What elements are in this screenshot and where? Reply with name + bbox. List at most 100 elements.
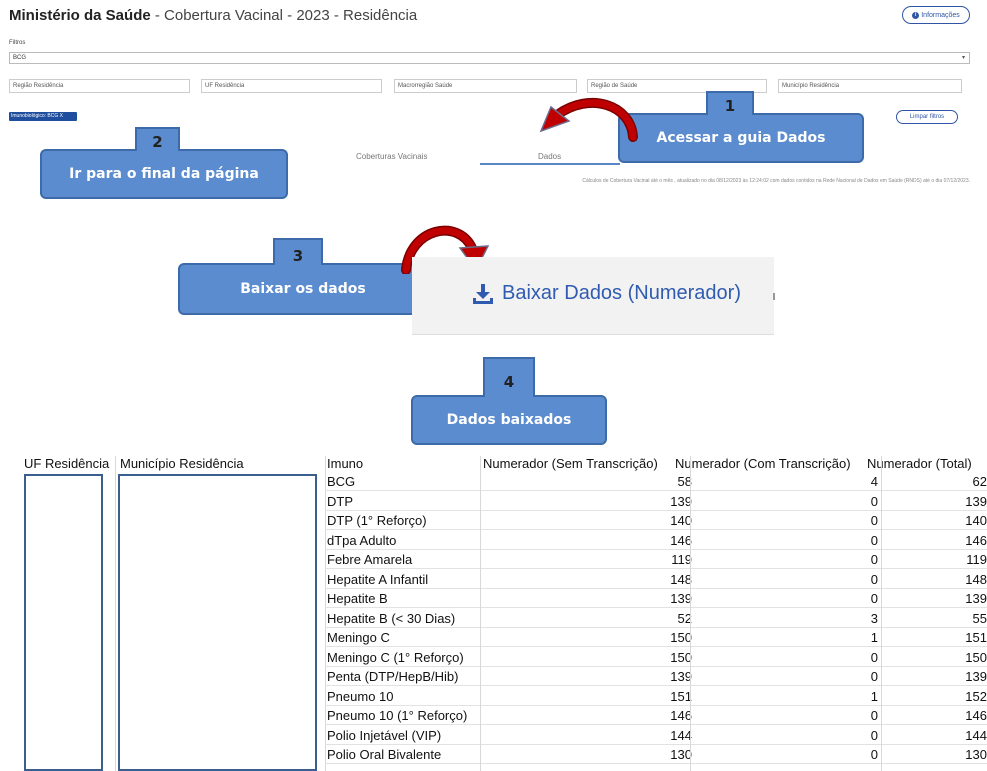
cell-sem-transcricao: 146: [670, 532, 692, 548]
filter-macrorregiao-saude[interactable]: Macrorregião Saúde: [394, 79, 577, 93]
cell-total: 139: [965, 669, 987, 684]
download-numerador-button[interactable]: Baixar Dados (Numerador): [472, 282, 741, 305]
callout-1: Acessar a guia Dados: [618, 113, 864, 163]
grid-line: [480, 456, 481, 771]
cell-com-transcricao: 0: [870, 591, 878, 606]
cell-com-transcricao: 0: [870, 571, 878, 587]
info-button-label: Informações: [921, 11, 960, 19]
immuno-select-value: BCG: [13, 55, 27, 61]
filters-label: Filtros: [9, 40, 26, 46]
table-row: Meningo C (1° Reforço) 150 0 150: [325, 648, 987, 667]
tab-coberturas-vacinais[interactable]: Coberturas Vacinais: [356, 152, 427, 161]
cell-sem-transcricao: 146: [670, 708, 692, 723]
cell-com-transcricao: 0: [870, 669, 878, 684]
cell-total: 151: [965, 630, 987, 645]
cell-imuno: Penta (DTP/HepB/Hib): [327, 669, 459, 684]
cell-com-transcricao: 3: [870, 610, 878, 626]
chip-close-icon[interactable]: X: [60, 113, 63, 119]
cell-sem-transcricao: 130: [670, 747, 692, 762]
cell-sem-transcricao: 150: [670, 649, 692, 665]
callout-3-number: 3: [273, 238, 323, 265]
cell-total: 148: [965, 571, 987, 587]
cell-total: 146: [965, 532, 987, 548]
table-row: Polio Oral Bivalente 130 0 130: [325, 745, 987, 764]
col-header-municipio: Município Residência: [120, 456, 244, 471]
grid-line: [115, 456, 116, 771]
cell-imuno: Meningo C: [327, 630, 390, 645]
cell-total: 150: [965, 649, 987, 665]
empty-uf-column: [24, 474, 103, 771]
cell-total: 140: [965, 513, 987, 528]
table-row: Hepatite B 139 0 139: [325, 589, 987, 608]
col-header-uf: UF Residência: [24, 456, 110, 471]
cell-total: 119: [966, 552, 987, 567]
cell-sem-transcricao: 139: [670, 669, 692, 684]
cell-sem-transcricao: 119: [671, 552, 692, 567]
filter-label: UF Residência: [205, 83, 245, 89]
table-row: Febre Amarela 119 0 119: [325, 550, 987, 569]
cell-total: 139: [965, 591, 987, 606]
callout-4-number: 4: [483, 357, 535, 397]
cell-com-transcricao: 0: [870, 747, 878, 762]
cell-sem-transcricao: 139: [670, 493, 692, 509]
cell-com-transcricao: 0: [870, 513, 878, 528]
table-row: Hepatite A Infantil 148 0 148: [325, 570, 987, 589]
cell-imuno: dTpa Adulto: [327, 532, 397, 548]
table-row: Polio Injetável (VIP) 144 0 144: [325, 726, 987, 745]
arrow-to-dados-tab: [539, 97, 638, 142]
col-header-com-transcricao: Numerador (Com Transcrição): [675, 456, 851, 471]
callout-4-join: [485, 394, 533, 398]
empty-municipio-column: [118, 474, 317, 771]
info-button[interactable]: i Informações: [902, 6, 970, 24]
cell-sem-transcricao: 148: [670, 571, 692, 587]
tab-dados[interactable]: Dados: [538, 152, 561, 161]
col-header-imuno: Imuno: [327, 456, 364, 471]
cell-imuno: Polio Oral Bivalente: [327, 747, 442, 762]
cell-sem-transcricao: 139: [670, 591, 692, 606]
cell-sem-transcricao: 150: [670, 630, 692, 645]
cell-imuno: Hepatite B (< 30 Dias): [327, 610, 456, 626]
table-row: dTpa Adulto 146 0 146: [325, 531, 987, 550]
immuno-select[interactable]: BCG ▾: [9, 52, 970, 64]
cell-total: 130: [965, 747, 987, 762]
download-label: Baixar Dados (Numerador): [502, 282, 741, 304]
grid-line: [881, 456, 882, 771]
filter-uf-residencia[interactable]: UF Residência: [201, 79, 382, 93]
cell-com-transcricao: 1: [870, 630, 878, 645]
page-title-bold: Ministério da Saúde: [9, 7, 151, 24]
cell-com-transcricao: 0: [870, 708, 878, 723]
cell-imuno: Pneumo 10: [327, 688, 394, 704]
grid-line: [690, 456, 691, 771]
cell-com-transcricao: 0: [870, 493, 878, 509]
clear-filters-button[interactable]: Limpar filtros: [896, 110, 958, 124]
cell-total: 146: [965, 708, 987, 723]
chevron-down-icon: ▾: [961, 55, 965, 61]
callout-2-join: [137, 148, 178, 152]
table-row: DTP (1° Reforço) 140 0 140: [325, 511, 987, 530]
callout-3-join: [275, 262, 321, 266]
callout-4: Dados baixados: [411, 395, 607, 445]
cell-imuno: DTP: [327, 493, 353, 509]
cell-total: 152: [965, 688, 987, 704]
cell-total: 139: [965, 493, 987, 509]
cell-total: 62: [972, 474, 987, 489]
filter-label: Macrorregião Saúde: [398, 83, 453, 89]
cell-com-transcricao: 4: [870, 474, 878, 489]
filter-label: Município Residência: [782, 83, 840, 89]
cell-total: 55: [972, 610, 987, 626]
filter-label: Região Residência: [13, 83, 64, 89]
cell-com-transcricao: 1: [870, 688, 878, 704]
cell-imuno: Pneumo 10 (1° Reforço): [327, 708, 468, 723]
download-icon: [473, 283, 493, 304]
chip-label: Imunobiológico: BCG: [11, 113, 59, 119]
cell-com-transcricao: 0: [870, 532, 878, 548]
cell-imuno: Febre Amarela: [327, 552, 413, 567]
col-header-total: Numerador (Total): [867, 456, 972, 471]
calc-note: Cálculos de Cobertura Vacinal até o mês …: [582, 178, 970, 184]
filter-regiao-residencia[interactable]: Região Residência: [9, 79, 190, 93]
filter-municipio-residencia[interactable]: Município Residência: [778, 79, 962, 93]
callout-2: Ir para o final da página: [40, 149, 288, 199]
cell-imuno: Hepatite B: [327, 591, 388, 606]
cell-com-transcricao: 0: [870, 727, 878, 743]
filter-label: Região de Saúde: [591, 83, 638, 89]
